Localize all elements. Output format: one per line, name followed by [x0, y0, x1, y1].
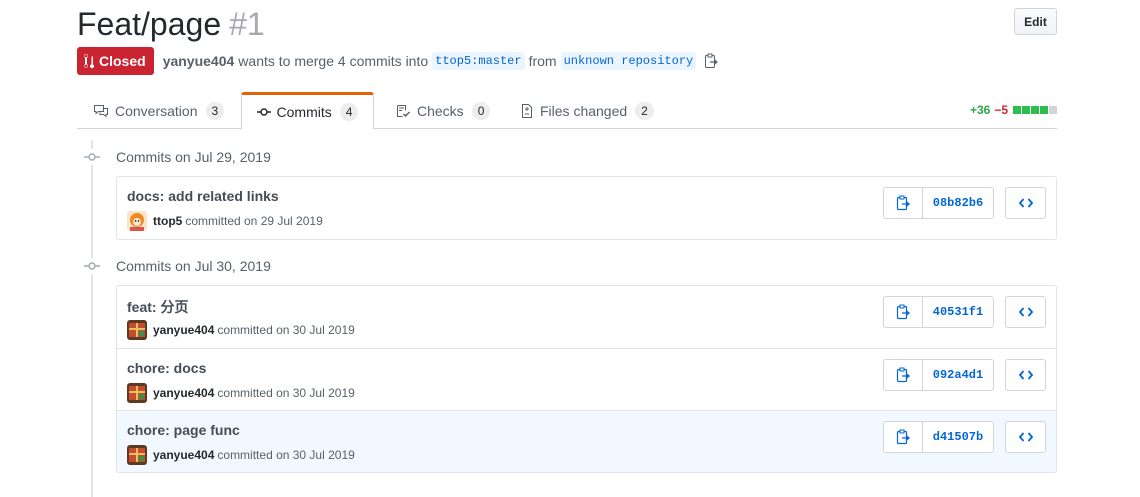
commit-author[interactable]: yanyue404: [153, 323, 214, 337]
commit-author[interactable]: yanyue404: [153, 448, 214, 462]
copy-sha-button[interactable]: [883, 187, 923, 219]
head-branch[interactable]: unknown repository: [560, 52, 697, 70]
browse-repo-button[interactable]: [1005, 296, 1046, 328]
commit-message[interactable]: chore: docs: [127, 360, 206, 376]
avatar[interactable]: [127, 383, 147, 403]
state-badge: Closed: [77, 47, 154, 75]
pr-tabs: Conversation 3 Commits 4 Checks 0 Files …: [77, 92, 1057, 130]
commit-author[interactable]: ttop5: [153, 214, 182, 228]
commit-list: docs: add related links ttop5 committed …: [116, 176, 1057, 240]
git-pull-request-closed-icon: [84, 53, 94, 69]
file-diff-icon: [522, 103, 532, 118]
commit-meta: yanyue404 committed on 30 Jul 2019: [127, 383, 355, 403]
timeline-line: [91, 140, 93, 497]
tab-label: Files changed: [540, 102, 628, 119]
merge-description: yanyue404 wants to merge 4 commits into …: [163, 52, 719, 70]
tab-counter: 0: [471, 101, 491, 120]
commit-list: feat: 分页 yanyue404 committed on 30 Jul 2…: [116, 285, 1057, 473]
state-label: Closed: [99, 53, 146, 69]
browse-repo-button[interactable]: [1005, 421, 1046, 453]
commit-sha-link[interactable]: 08b82b6: [923, 187, 994, 219]
commit-date: committed on 30 Jul 2019: [217, 386, 355, 400]
diffstat-block: [1031, 106, 1039, 114]
pr-meta: Closed yanyue404 wants to merge 4 commit…: [77, 47, 719, 75]
avatar[interactable]: [127, 211, 147, 231]
diffstat-block: [1040, 106, 1048, 114]
copy-sha-button[interactable]: [883, 421, 923, 453]
base-branch[interactable]: ttop5:master: [432, 52, 525, 70]
tab-label: Conversation: [115, 102, 198, 119]
diffstat-block: [1013, 106, 1021, 114]
copy-sha-button[interactable]: [883, 296, 923, 328]
code-icon: [1018, 370, 1033, 380]
pr-title: Feat/page: [77, 6, 222, 42]
checklist-icon: [397, 104, 411, 117]
merge-text: wants to merge 4 commits into: [238, 53, 429, 69]
commit-meta: yanyue404 committed on 30 Jul 2019: [127, 320, 355, 340]
tab-label: Checks: [417, 102, 464, 119]
commit-group-date: Commits on Jul 30, 2019: [116, 258, 271, 274]
tab-counter: 2: [635, 101, 654, 120]
clipboard-icon: [896, 367, 910, 383]
edit-button[interactable]: Edit: [1014, 8, 1057, 35]
commit-message[interactable]: chore: page func: [127, 422, 240, 438]
commit-meta: ttop5 committed on 29 Jul 2019: [127, 211, 323, 231]
clipboard-icon: [896, 429, 910, 445]
commit-sha-link[interactable]: d41507b: [923, 421, 994, 453]
git-commit-icon: [83, 150, 101, 164]
commit-sha-link[interactable]: 40531f1: [923, 296, 994, 328]
diffstat-block: [1022, 106, 1030, 114]
commit-author[interactable]: yanyue404: [153, 386, 214, 400]
git-commit-icon: [256, 108, 271, 116]
browse-repo-button[interactable]: [1005, 359, 1046, 391]
commit-date: committed on 30 Jul 2019: [217, 323, 355, 337]
git-commit-icon: [83, 259, 101, 273]
tab-counter: 4: [339, 103, 359, 121]
clipboard-icon: [896, 304, 910, 320]
avatar[interactable]: [127, 320, 147, 340]
commit-message[interactable]: feat: 分页: [127, 297, 188, 317]
code-icon: [1018, 307, 1033, 317]
sha-button-group: 40531f1: [883, 296, 994, 328]
clipboard-icon: [896, 195, 910, 211]
commit-date: committed on 30 Jul 2019: [217, 448, 355, 462]
diffstat: +36 −5: [970, 103, 1057, 117]
commit-date: committed on 29 Jul 2019: [185, 214, 323, 228]
from-text: from: [528, 53, 557, 69]
copy-sha-button[interactable]: [883, 359, 923, 391]
commit-group-date: Commits on Jul 29, 2019: [116, 149, 271, 165]
code-icon: [1018, 198, 1033, 208]
diffstat-block: [1049, 106, 1057, 114]
pr-number: #1: [229, 6, 265, 42]
commit-group-header: Commits on Jul 30, 2019: [83, 258, 271, 274]
commit-row: chore: page func yanyue404 committed on …: [117, 410, 1056, 472]
clipboard-icon[interactable]: [704, 53, 719, 69]
avatar[interactable]: [127, 445, 147, 465]
tab-label: Commits: [276, 104, 332, 120]
commit-group-header: Commits on Jul 29, 2019: [83, 149, 271, 165]
tab-checks[interactable]: Checks 0: [395, 92, 491, 129]
author-link[interactable]: yanyue404: [163, 53, 235, 69]
commit-row: docs: add related links ttop5 committed …: [117, 177, 1056, 239]
commit-message[interactable]: docs: add related links: [127, 188, 279, 204]
tab-counter: 3: [205, 101, 225, 120]
commit-sha-link[interactable]: 092a4d1: [923, 359, 994, 391]
code-icon: [1018, 432, 1033, 442]
browse-repo-button[interactable]: [1005, 187, 1046, 219]
commit-row: feat: 分页 yanyue404 committed on 30 Jul 2…: [117, 286, 1056, 348]
diffstat-additions: +36: [969, 103, 991, 117]
tab-commits[interactable]: Commits 4: [241, 92, 374, 130]
pr-header: Feat/page #1: [77, 4, 265, 44]
sha-button-group: 08b82b6: [883, 187, 994, 219]
commit-row: chore: docs yanyue404 committed on 30 Ju…: [117, 348, 1056, 410]
sha-button-group: d41507b: [883, 421, 994, 453]
tab-conversation[interactable]: Conversation 3: [93, 92, 225, 129]
diffstat-deletions: −5: [994, 103, 1008, 117]
commit-meta: yanyue404 committed on 30 Jul 2019: [127, 445, 355, 465]
tab-files-changed[interactable]: Files changed 2: [520, 92, 654, 129]
sha-button-group: 092a4d1: [883, 359, 994, 391]
comment-discussion-icon: [94, 104, 108, 118]
